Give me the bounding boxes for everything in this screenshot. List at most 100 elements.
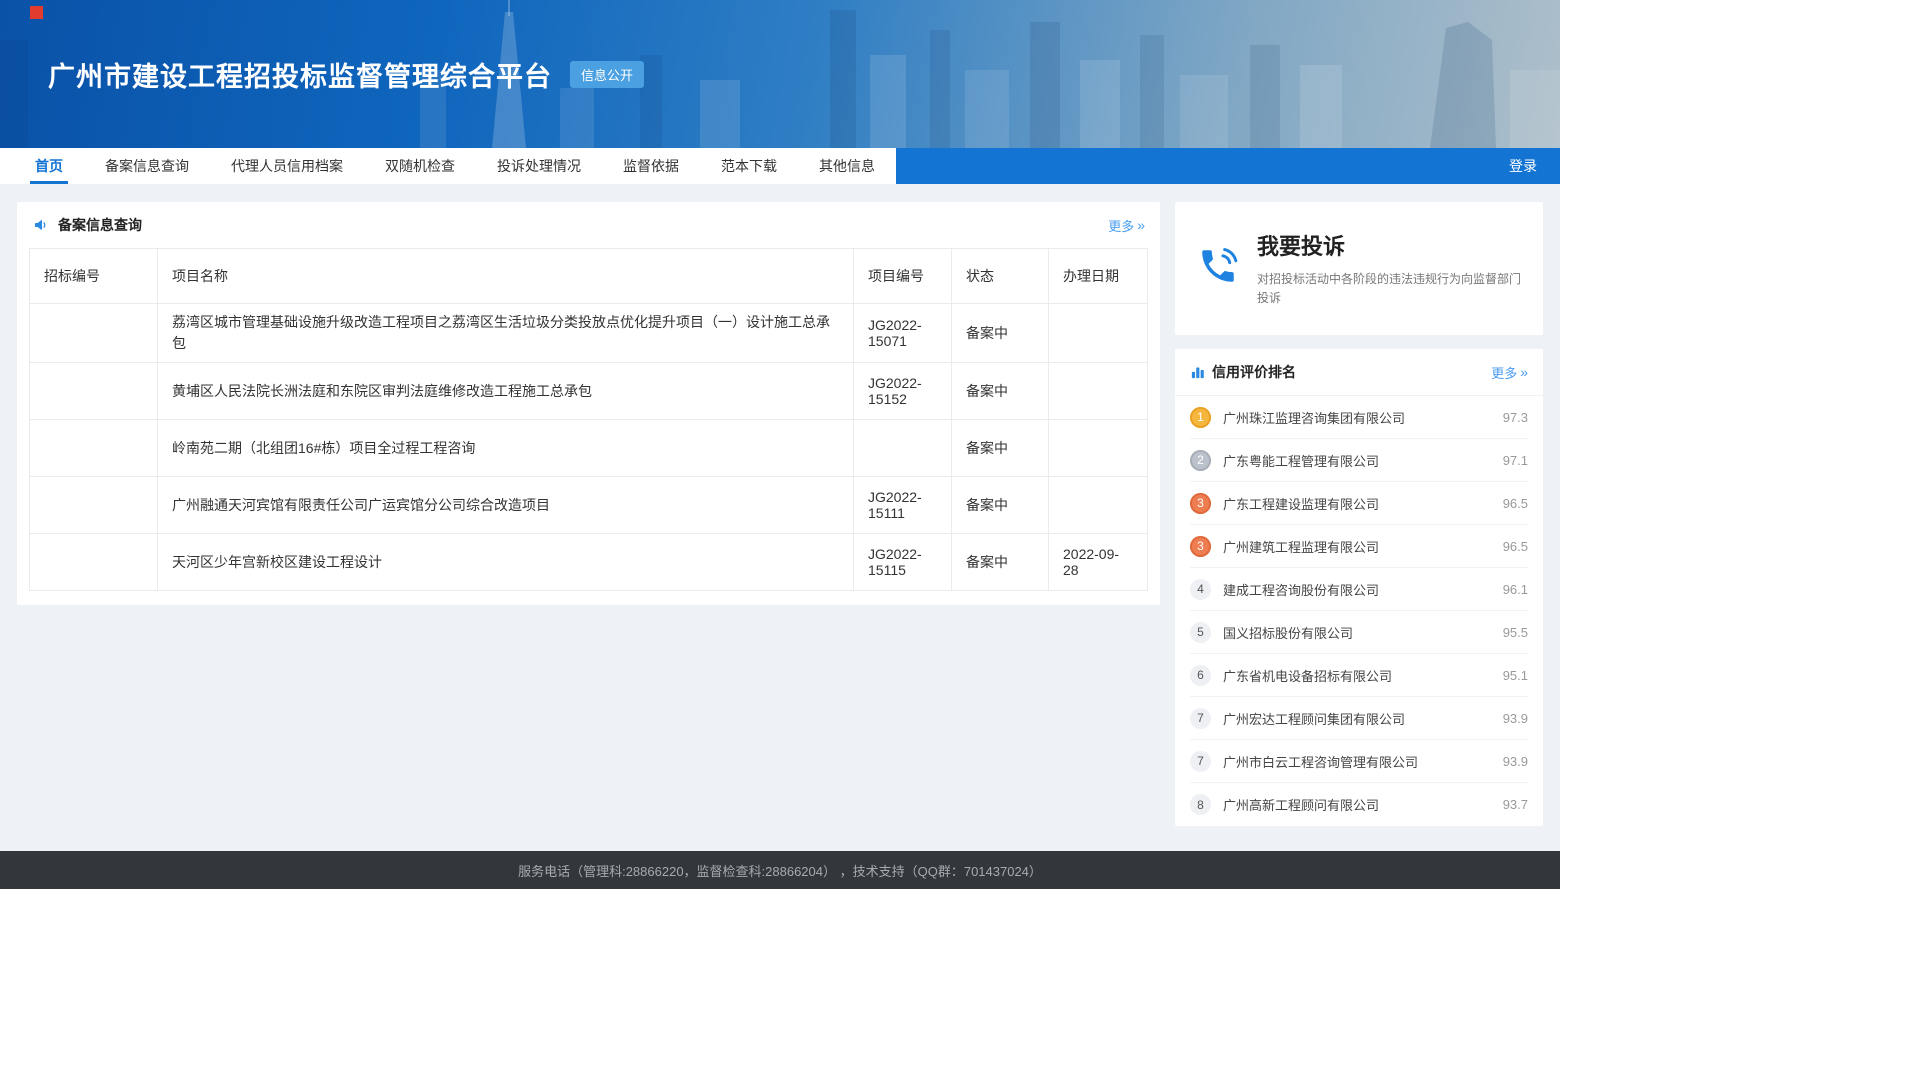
cell-bid-no [30,304,158,363]
cell-project-name: 广州融通天河宾馆有限责任公司广运宾馆分公司综合改造项目 [158,477,854,534]
col-header-bid-no: 招标编号 [30,249,158,304]
records-table-header-row: 招标编号 项目名称 项目编号 状态 办理日期 [30,249,1148,304]
company-name: 国义招标股份有限公司 [1223,623,1353,642]
cell-status: 备案中 [952,477,1049,534]
col-header-status: 状态 [952,249,1049,304]
cell-project-no: JG2022-15115 [854,534,952,591]
cell-status: 备案中 [952,304,1049,363]
more-label: 更多 [1108,216,1134,235]
list-item[interactable]: 8 广州高新工程顾问有限公司 93.7 [1190,783,1528,826]
megaphone-icon [32,217,50,233]
list-item[interactable]: 1 广州珠江监理咨询集团有限公司 97.3 [1190,396,1528,439]
table-row[interactable]: 广州融通天河宾馆有限责任公司广运宾馆分公司综合改造项目 JG2022-15111… [30,477,1148,534]
ranking-more-link[interactable]: 更多 » [1491,363,1528,382]
nav-tab-4[interactable]: 投诉处理情况 [476,148,602,184]
cell-project-name: 黄埔区人民法院长洲法庭和东院区审判法庭维修改造工程施工总承包 [158,363,854,420]
cell-project-name: 荔湾区城市管理基础设施升级改造工程项目之荔湾区生活垃圾分类投放点优化提升项目（一… [158,304,854,363]
rank-badge: 7 [1190,751,1211,772]
cell-date: 2022-09-28 [1049,534,1148,591]
main-content: 备案信息查询 更多 » 招标编号 项目名称 项目编号 状态 办理日期 [0,184,1560,851]
info-disclosure-badge: 信息公开 [570,61,644,88]
col-header-project-name: 项目名称 [158,249,854,304]
complaint-card[interactable]: 我要投诉 对招投标活动中各阶段的违法违规行为向监督部门投诉 [1175,202,1543,335]
side-column: 我要投诉 对招投标活动中各阶段的违法违规行为向监督部门投诉 信用评价排名 [1175,202,1543,826]
cell-status: 备案中 [952,420,1049,477]
cell-project-no: JG2022-15071 [854,304,952,363]
footer-text: 服务电话（管理科:28866220，监督检查科:28866204） ，技术支持（… [518,861,1042,880]
score: 93.9 [1503,754,1528,769]
score: 96.5 [1503,539,1528,554]
score: 93.7 [1503,797,1528,812]
ranking-title: 信用评价排名 [1212,362,1296,382]
page: 广州市建设工程招投标监督管理综合平台 信息公开 首页备案信息查询代理人员信用档案… [0,0,1560,889]
list-item[interactable]: 6 广东省机电设备招标有限公司 95.1 [1190,654,1528,697]
company-name: 广东工程建设监理有限公司 [1223,494,1379,513]
login-link[interactable]: 登录 [1486,148,1560,184]
cell-project-no [854,420,952,477]
rank-badge: 5 [1190,622,1211,643]
list-item[interactable]: 7 广州市白云工程咨询管理有限公司 93.9 [1190,740,1528,783]
rank-badge: 3 [1190,536,1211,557]
nav-tab-7[interactable]: 其他信息 [798,148,896,184]
cell-date [1049,363,1148,420]
records-title: 备案信息查询 [58,215,142,235]
nav-tab-2[interactable]: 代理人员信用档案 [210,148,364,184]
records-table-body: 荔湾区城市管理基础设施升级改造工程项目之荔湾区生活垃圾分类投放点优化提升项目（一… [30,304,1148,591]
cell-date [1049,304,1148,363]
chevron-right-icon: » [1520,364,1528,380]
rank-badge: 6 [1190,665,1211,686]
site-header: 广州市建设工程招投标监督管理综合平台 信息公开 [0,0,1560,148]
col-header-date: 办理日期 [1049,249,1148,304]
col-header-project-no: 项目编号 [854,249,952,304]
table-row[interactable]: 天河区少年宫新校区建设工程设计 JG2022-15115 备案中 2022-09… [30,534,1148,591]
rank-badge: 8 [1190,794,1211,815]
table-row[interactable]: 荔湾区城市管理基础设施升级改造工程项目之荔湾区生活垃圾分类投放点优化提升项目（一… [30,304,1148,363]
records-card-header: 备案信息查询 更多 » [17,202,1160,246]
rank-badge: 1 [1190,407,1211,428]
nav-tab-1[interactable]: 备案信息查询 [84,148,210,184]
records-card: 备案信息查询 更多 » 招标编号 项目名称 项目编号 状态 办理日期 [17,202,1160,605]
company-name: 广东粤能工程管理有限公司 [1223,451,1379,470]
table-row[interactable]: 岭南苑二期（北组团16#栋）项目全过程工程咨询 备案中 [30,420,1148,477]
cell-date [1049,477,1148,534]
ranking-card-header: 信用评价排名 更多 » [1175,349,1543,396]
score: 95.1 [1503,668,1528,683]
score: 95.5 [1503,625,1528,640]
cell-status: 备案中 [952,363,1049,420]
cell-bid-no [30,420,158,477]
score: 96.5 [1503,496,1528,511]
table-row[interactable]: 黄埔区人民法院长洲法庭和东院区审判法庭维修改造工程施工总承包 JG2022-15… [30,363,1148,420]
company-name: 广州宏达工程顾问集团有限公司 [1223,709,1405,728]
nav-tab-3[interactable]: 双随机检查 [364,148,476,184]
score: 96.1 [1503,582,1528,597]
score: 97.1 [1503,453,1528,468]
score: 97.3 [1503,410,1528,425]
main-nav: 首页备案信息查询代理人员信用档案双随机检查投诉处理情况监督依据范本下载其他信息 … [0,148,1560,184]
cell-project-name: 天河区少年宫新校区建设工程设计 [158,534,854,591]
cell-project-no: JG2022-15152 [854,363,952,420]
company-name: 建成工程咨询股份有限公司 [1223,580,1379,599]
nav-tab-0[interactable]: 首页 [14,148,84,184]
rank-badge: 4 [1190,579,1211,600]
records-more-link[interactable]: 更多 » [1108,216,1145,235]
list-item[interactable]: 7 广州宏达工程顾问集团有限公司 93.9 [1190,697,1528,740]
list-item[interactable]: 2 广东粤能工程管理有限公司 97.1 [1190,439,1528,482]
nav-tabs: 首页备案信息查询代理人员信用档案双随机检查投诉处理情况监督依据范本下载其他信息 [0,148,896,184]
records-table: 招标编号 项目名称 项目编号 状态 办理日期 荔湾区城市管理基础设施升级改造工程… [29,248,1148,591]
list-item[interactable]: 3 广州建筑工程监理有限公司 96.5 [1190,525,1528,568]
list-item[interactable]: 5 国义招标股份有限公司 95.5 [1190,611,1528,654]
company-name: 广州高新工程顾问有限公司 [1223,795,1379,814]
list-item[interactable]: 3 广东工程建设监理有限公司 96.5 [1190,482,1528,525]
logo-mark [30,6,43,19]
chevron-right-icon: » [1137,217,1145,233]
rank-badge: 7 [1190,708,1211,729]
nav-tab-5[interactable]: 监督依据 [602,148,700,184]
cell-bid-no [30,477,158,534]
complaint-desc: 对招投标活动中各阶段的违法违规行为向监督部门投诉 [1257,270,1521,308]
complaint-title: 我要投诉 [1257,229,1521,261]
nav-tab-6[interactable]: 范本下载 [700,148,798,184]
nav-filler [896,148,1486,184]
list-item[interactable]: 4 建成工程咨询股份有限公司 96.1 [1190,568,1528,611]
company-name: 广州建筑工程监理有限公司 [1223,537,1379,556]
cell-bid-no [30,534,158,591]
